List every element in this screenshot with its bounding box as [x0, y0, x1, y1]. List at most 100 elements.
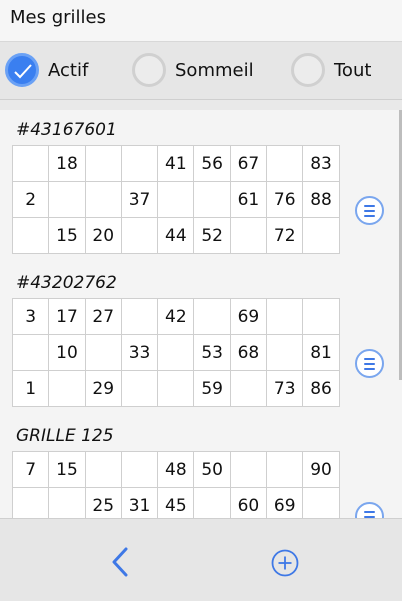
grid-table[interactable]: 7 15 48 50 90 25 31 45 60 69 — [11, 451, 340, 518]
grid-cell: 90 — [302, 451, 340, 488]
grid-cell: 86 — [302, 370, 340, 407]
grid-name: #43202762 — [16, 273, 117, 293]
grid-cell — [193, 487, 231, 518]
radio-circle-tout[interactable] — [291, 53, 325, 87]
grid-cell — [120, 370, 159, 407]
filter-label-actif: Actif — [48, 59, 89, 81]
radio-circle-actif[interactable] — [5, 53, 39, 87]
grid-cell: 27 — [84, 298, 122, 335]
filter-label-tout: Tout — [334, 59, 372, 81]
grid-cell: 18 — [48, 145, 86, 182]
page-title: Mes grilles — [10, 7, 106, 28]
plus-circle-icon[interactable] — [271, 549, 299, 577]
grid-cell: 53 — [193, 334, 231, 371]
grid-cell: 50 — [193, 451, 231, 488]
grid-cell — [11, 487, 50, 518]
grid-cell — [11, 145, 50, 182]
grid-cell: 25 — [84, 487, 122, 518]
filter-actif-radio[interactable]: Actif — [5, 50, 88, 90]
grid-cell: 20 — [84, 217, 122, 254]
grid-cell: 73 — [266, 370, 304, 407]
grid-cell: 60 — [229, 487, 268, 518]
grid-menu-button[interactable] — [355, 349, 384, 378]
menu-lines-icon — [364, 205, 375, 207]
grid-row: 18 41 56 67 83 — [11, 145, 340, 182]
menu-lines-icon — [364, 363, 375, 365]
grid-row: 2 37 61 76 88 — [11, 181, 340, 218]
grid-menu-button[interactable] — [355, 196, 384, 225]
grid-cell — [302, 298, 340, 335]
grid-cell: 83 — [302, 145, 340, 182]
grid-cell — [302, 487, 340, 518]
filter-tout-radio[interactable]: Tout — [291, 50, 371, 90]
grid-cell — [84, 334, 122, 371]
grid-cell — [266, 298, 304, 335]
menu-lines-icon — [364, 210, 375, 212]
grid-cell — [120, 217, 159, 254]
grid-cell: 81 — [302, 334, 340, 371]
menu-lines-icon — [364, 368, 375, 370]
filter-bar: Actif Sommeil Tout — [0, 42, 402, 100]
grid-cell: 69 — [266, 487, 304, 518]
grid-cell — [120, 298, 159, 335]
grid-menu-button[interactable] — [355, 502, 384, 518]
grid-cell — [11, 217, 50, 254]
grid-cell: 56 — [193, 145, 231, 182]
grid-cell — [302, 217, 340, 254]
grid-cell: 52 — [193, 217, 231, 254]
grid-cell — [157, 181, 195, 218]
grid-cell: 29 — [84, 370, 122, 407]
grid-cell: 10 — [48, 334, 86, 371]
grid-cell — [48, 487, 86, 518]
grid-cell: 15 — [48, 217, 86, 254]
menu-lines-icon — [364, 358, 375, 360]
grid-cell: 1 — [11, 370, 50, 407]
app-title-bar: Mes grilles — [0, 0, 402, 42]
grid-row: 25 31 45 60 69 — [11, 487, 340, 518]
grid-cell — [266, 334, 304, 371]
grid-cell — [120, 451, 159, 488]
grid-cell: 7 — [11, 451, 50, 488]
grid-cell: 88 — [302, 181, 340, 218]
filter-label-sommeil: Sommeil — [175, 59, 254, 81]
grid-cell — [266, 145, 304, 182]
grid-cell: 45 — [157, 487, 195, 518]
radio-circle-sommeil[interactable] — [132, 53, 166, 87]
chevron-left-icon[interactable] — [108, 546, 132, 578]
menu-lines-icon — [364, 511, 375, 513]
grid-cell: 59 — [193, 370, 231, 407]
grid-cell — [229, 217, 268, 254]
grid-cell: 31 — [120, 487, 159, 518]
grid-cell — [48, 181, 86, 218]
bottom-toolbar — [0, 518, 402, 601]
grid-cell: 61 — [229, 181, 268, 218]
grid-cell: 69 — [229, 298, 268, 335]
grid-cell — [229, 451, 268, 488]
grid-table[interactable]: 18 41 56 67 83 2 37 61 76 88 15 20 44 52… — [11, 145, 340, 254]
grid-row: 1 29 59 73 86 — [11, 370, 340, 407]
filter-sommeil-radio[interactable]: Sommeil — [132, 50, 254, 90]
grid-cell: 37 — [120, 181, 159, 218]
grid-cell: 42 — [157, 298, 195, 335]
grid-cell — [48, 370, 86, 407]
grid-cell: 68 — [229, 334, 268, 371]
grid-table[interactable]: 3 17 27 42 69 10 33 53 68 81 1 29 59 73 … — [11, 298, 340, 407]
grid-cell: 15 — [48, 451, 86, 488]
grid-cell — [157, 334, 195, 371]
grid-name: GRILLE 125 — [16, 426, 114, 446]
grid-cell — [193, 181, 231, 218]
grid-cell — [229, 370, 268, 407]
grid-row: 7 15 48 50 90 — [11, 451, 340, 488]
grid-row: 15 20 44 52 72 — [11, 217, 340, 254]
grid-cell: 2 — [11, 181, 50, 218]
grid-list[interactable]: #43167601 18 41 56 67 83 2 37 61 76 88 1… — [0, 110, 402, 518]
grid-cell — [84, 181, 122, 218]
grid-cell — [193, 298, 231, 335]
grid-cell: 41 — [157, 145, 195, 182]
grid-cell: 17 — [48, 298, 86, 335]
grid-cell: 3 — [11, 298, 50, 335]
grid-cell: 33 — [120, 334, 159, 371]
checkmark-icon — [14, 64, 32, 79]
grid-cell — [120, 145, 159, 182]
grid-cell: 76 — [266, 181, 304, 218]
